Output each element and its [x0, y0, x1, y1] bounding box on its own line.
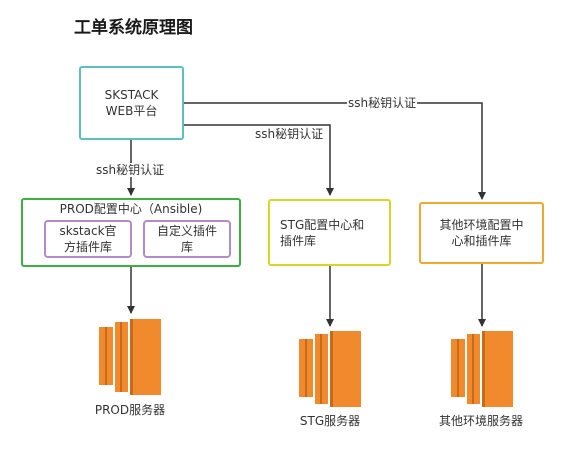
diagram-title: 工单系统原理图	[74, 18, 193, 38]
diagram-canvas: 工单系统原理图 SKSTACK WEB平台 PROD配置中心（Ansible) …	[0, 0, 579, 455]
other-server-icon	[451, 331, 513, 407]
server-label-prod: PROD服务器	[94, 403, 166, 417]
edge-web-other	[184, 102, 486, 200]
custom-plugin-lib-label: 自定义插件 库	[156, 224, 217, 254]
edge-label-other: ssh秘钥认证	[347, 96, 418, 110]
skstack-web-node[interactable]: SKSTACK WEB平台	[79, 66, 184, 140]
server-label-other: 其他环境服务器	[438, 414, 523, 428]
stg-config-label: STG配置中心和 插件库	[280, 217, 365, 248]
custom-plugin-lib-node[interactable]: 自定义插件 库	[143, 220, 231, 258]
skstack-web-label: SKSTACK WEB平台	[104, 88, 159, 118]
other-config-label: 其他环境配置中 心和插件库	[439, 218, 524, 248]
skstack-plugin-lib-label: skstack官 方插件库	[59, 224, 117, 254]
skstack-plugin-lib-node[interactable]: skstack官 方插件库	[44, 220, 132, 258]
stg-config-node[interactable]: STG配置中心和 插件库	[268, 199, 391, 266]
edge-label-prod: ssh秘钥认证	[95, 163, 166, 177]
prod-server-icon	[99, 319, 161, 395]
server-label-stg: STG服务器	[299, 414, 361, 428]
edge-label-stg: ssh秘钥认证	[254, 127, 325, 141]
stg-server-icon	[299, 331, 361, 407]
other-config-node[interactable]: 其他环境配置中 心和插件库	[419, 202, 544, 264]
prod-config-label: PROD配置中心（Ansible)	[59, 202, 203, 216]
